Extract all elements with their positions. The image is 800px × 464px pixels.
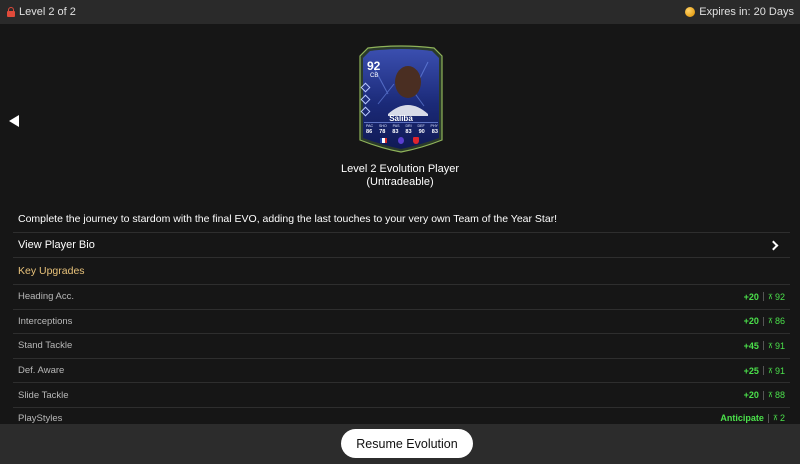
- view-player-bio-label: View Player Bio: [18, 239, 95, 251]
- league-badge-icon: [398, 137, 404, 144]
- card-player-name: Saliba: [389, 114, 413, 123]
- upgrade-cap: 86: [774, 316, 785, 327]
- card-stat-labels: PAC SHO PAS DRI DEF PHY: [366, 124, 438, 128]
- upgrade-row: Def. Aware +25 ⊼ 91: [13, 357, 790, 383]
- card-rating: 92: [367, 59, 381, 73]
- upgrade-cap: 91: [774, 365, 785, 376]
- upgrade-name: Def. Aware: [18, 365, 65, 377]
- card-position: CB: [370, 73, 379, 79]
- upgrade-cap: 88: [774, 390, 785, 401]
- upgrade-boost: +20: [743, 291, 759, 302]
- upgrade-name: Heading Acc.: [18, 291, 74, 303]
- expiry-label: Expires in: 20 Days: [699, 6, 794, 18]
- upgrade-name: Slide Tackle: [18, 389, 69, 401]
- nation-flag-icon: [380, 138, 387, 143]
- evolution-description: Complete the journey to stardom with the…: [18, 213, 558, 225]
- club-crest-icon: [413, 137, 419, 144]
- view-player-bio-row[interactable]: View Player Bio: [13, 232, 790, 257]
- key-upgrades-title: Key Upgrades: [18, 265, 85, 277]
- cap-arrow-icon: ⊼: [772, 415, 778, 422]
- upgrade-boost: Anticipate: [720, 413, 764, 423]
- cap-arrow-icon: ⊼: [767, 392, 773, 400]
- key-upgrades-header: Key Upgrades: [13, 257, 790, 284]
- lock-icon: [7, 7, 15, 17]
- expiry-indicator: Expires in: 20 Days: [685, 6, 794, 18]
- bottom-bar: Resume Evolution: [0, 424, 800, 464]
- timer-coin-icon: [685, 7, 696, 17]
- upgrade-name: PlayStyles: [18, 413, 63, 424]
- cap-arrow-icon: ⊼: [767, 293, 773, 301]
- upgrade-row: PlayStyles Anticipate ⊼ 2: [13, 407, 790, 424]
- upgrade-row: Slide Tackle +20 ⊼ 88: [13, 382, 790, 407]
- upgrade-boost: +20: [743, 316, 759, 327]
- resume-evolution-button[interactable]: Resume Evolution: [341, 429, 473, 458]
- card-stat-values: 86 78 83 83 90 83: [366, 129, 438, 135]
- upgrade-boost: +45: [743, 340, 759, 351]
- upgrade-cap: 2: [779, 413, 785, 423]
- upgrade-row: Interceptions +20 ⊼ 86: [13, 308, 790, 334]
- cap-arrow-icon: ⊼: [767, 318, 773, 326]
- evolution-tradeable-label: (Untradeable): [366, 176, 434, 188]
- cap-arrow-icon: ⊼: [767, 342, 773, 350]
- level-label: Level 2 of 2: [19, 6, 76, 18]
- evolution-level-label: Level 2 Evolution Player: [340, 163, 459, 175]
- level-indicator: Level 2 of 2: [7, 6, 76, 18]
- upgrade-cap: 92: [774, 291, 785, 302]
- evolution-panel: 92 CB Saliba PAC SHO PAS DRI DEF PHY 86 78 83 83…: [0, 24, 800, 424]
- chevron-right-icon: [768, 240, 779, 250]
- upgrade-boost: +20: [743, 390, 759, 401]
- player-card[interactable]: 92 CB Saliba PAC SHO PAS DRI DEF PHY 86 78 83 83…: [358, 44, 444, 154]
- upgrade-name: Stand Tackle: [18, 340, 73, 352]
- upgrade-row: Stand Tackle +45 ⊼ 91: [13, 333, 790, 358]
- top-bar: Level 2 of 2 Expires in: 20 Days: [0, 0, 800, 24]
- upgrade-row: Heading Acc. +20 ⊼ 92: [13, 284, 790, 309]
- back-arrow-icon[interactable]: [9, 115, 19, 127]
- upgrade-cap: 91: [774, 340, 785, 351]
- evolution-title: Level 2 Evolution Player (Untradeable): [0, 163, 800, 189]
- cap-arrow-icon: ⊼: [767, 367, 773, 375]
- upgrade-name: Interceptions: [18, 315, 73, 327]
- upgrade-boost: +25: [743, 365, 759, 376]
